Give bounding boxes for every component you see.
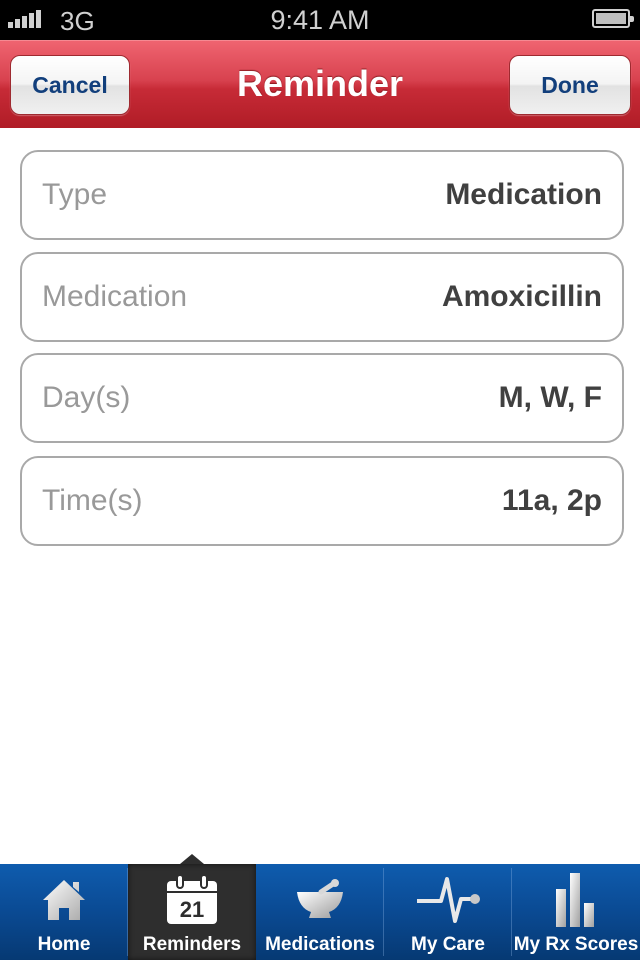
battery-icon bbox=[592, 9, 634, 28]
status-bar: 3G 9:41 AM bbox=[0, 0, 640, 40]
heartbeat-icon bbox=[415, 872, 481, 928]
done-button[interactable]: Done bbox=[509, 55, 631, 115]
tab-medications[interactable]: Medications bbox=[256, 864, 384, 960]
status-time: 9:41 AM bbox=[270, 5, 370, 35]
field-label: Time(s) bbox=[42, 484, 143, 517]
field-label: Day(s) bbox=[42, 381, 131, 414]
field-value: Amoxicillin bbox=[441, 280, 602, 313]
navigation-bar: Cancel Reminder Done bbox=[0, 40, 640, 128]
field-value: 11a, 2p bbox=[501, 484, 602, 517]
tab-my-care[interactable]: My Care bbox=[384, 864, 512, 960]
tab-home[interactable]: Home bbox=[0, 864, 128, 960]
active-tab-indicator bbox=[180, 854, 204, 864]
medication-field[interactable]: Medication Amoxicillin bbox=[20, 252, 624, 342]
tab-label: My Care bbox=[411, 934, 485, 955]
field-label: Medication bbox=[42, 280, 188, 313]
days-field[interactable]: Day(s) M, W, F bbox=[20, 353, 624, 443]
calendar-day: 21 bbox=[180, 897, 204, 922]
home-icon bbox=[41, 872, 87, 928]
times-field[interactable]: Time(s) 11a, 2p bbox=[20, 456, 624, 546]
tab-label: Home bbox=[37, 934, 91, 955]
field-label: Type bbox=[42, 178, 108, 211]
field-value: Medication bbox=[445, 178, 602, 211]
type-field[interactable]: Type Medication bbox=[20, 150, 624, 240]
tab-label: Medications bbox=[265, 934, 375, 955]
calendar-icon: 21 bbox=[166, 872, 218, 928]
tab-my-rx-scores[interactable]: My Rx Scores bbox=[512, 864, 640, 960]
bar-chart-icon bbox=[554, 872, 598, 928]
reminder-form: Type Medication Medication Amoxicillin D… bbox=[0, 128, 640, 864]
tab-label: Reminders bbox=[142, 934, 242, 955]
field-value: M, W, F bbox=[498, 381, 602, 414]
tab-bar: Home 21 Reminders Medications My Care My… bbox=[0, 854, 640, 960]
mortar-pestle-icon bbox=[295, 872, 345, 928]
tab-reminders[interactable]: 21 Reminders bbox=[128, 854, 256, 960]
tab-label: My Rx Scores bbox=[513, 934, 639, 955]
